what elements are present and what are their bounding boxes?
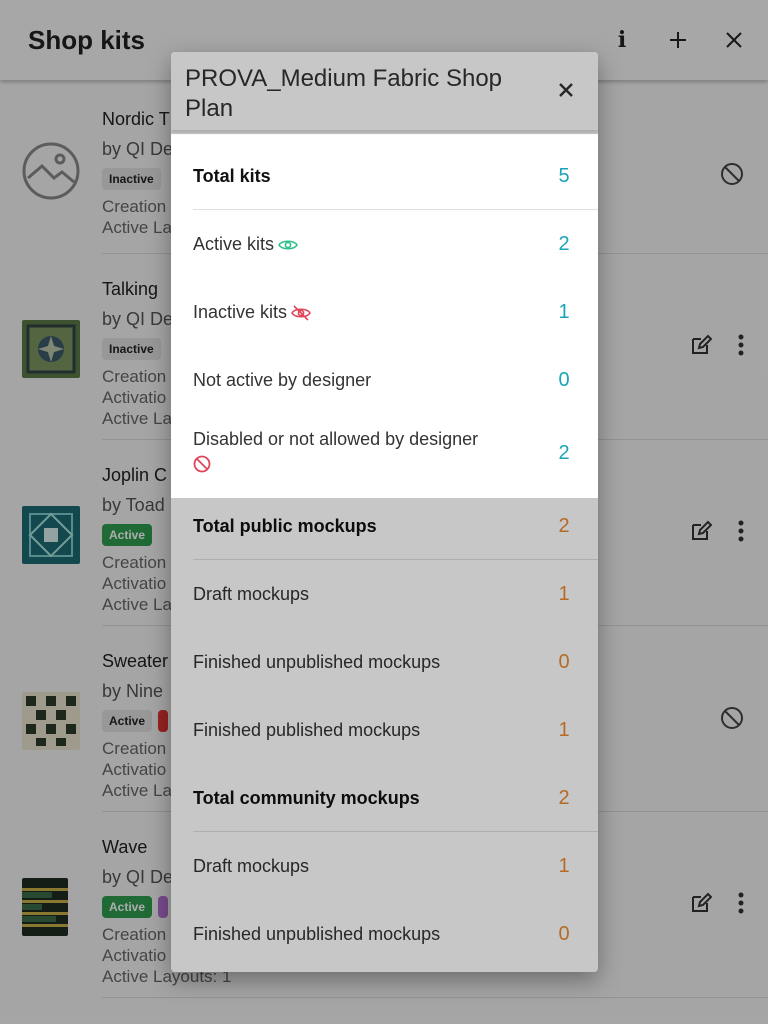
stat-label: Finished unpublished mockups xyxy=(193,652,441,672)
stat-total-community-mockups: Total community mockups 2 xyxy=(171,764,598,832)
dialog-title: PROVA_Medium Fabric Shop Plan xyxy=(185,65,503,122)
stat-label: Not active by designer xyxy=(193,370,372,390)
stat-value: 5 xyxy=(558,164,570,187)
stat-label: Draft mockups xyxy=(193,584,310,604)
stat-value: 0 xyxy=(558,922,570,945)
stat-active-kits: Active kits 2 xyxy=(171,210,598,278)
stat-label: Active kits xyxy=(193,234,275,254)
stat-label: Inactive kits xyxy=(193,302,288,322)
stat-draft-mockups: Draft mockups 1 xyxy=(171,560,598,628)
eye-off-icon xyxy=(291,305,311,321)
stat-label: Total public mockups xyxy=(193,516,377,536)
stat-label: Finished unpublished mockups xyxy=(193,924,441,944)
stat-label: Finished published mockups xyxy=(193,720,421,740)
close-icon xyxy=(559,83,573,97)
stat-label: Disabled or not allowed by designer xyxy=(193,429,479,449)
stats-dialog: PROVA_Medium Fabric Shop Plan Total kits… xyxy=(171,52,598,972)
stat-community-finished-unpublished-mockups: Finished unpublished mockups 0 xyxy=(171,900,598,968)
stat-value: 0 xyxy=(558,650,570,673)
stat-inactive-kits: Inactive kits 1 xyxy=(171,278,598,346)
stat-finished-published-mockups: Finished published mockups 1 xyxy=(171,696,598,764)
stat-value: 1 xyxy=(558,582,570,605)
stat-label: Total community mockups xyxy=(193,788,420,808)
stat-label: Total kits xyxy=(193,166,271,186)
eye-icon xyxy=(278,240,298,250)
stat-value: 2 xyxy=(558,232,570,255)
stat-not-active-by-designer: Not active by designer 0 xyxy=(171,346,598,414)
stat-community-draft-mockups: Draft mockups 1 xyxy=(171,832,598,900)
stat-value: 0 xyxy=(558,368,570,391)
stat-value: 1 xyxy=(558,300,570,323)
stat-value: 1 xyxy=(558,718,570,741)
stat-disabled-by-designer: Disabled or not allowed by designer 2 xyxy=(171,414,598,492)
dialog-close-button[interactable] xyxy=(552,76,580,104)
stat-finished-unpublished-mockups: Finished unpublished mockups 0 xyxy=(171,628,598,696)
stat-total-kits: Total kits 5 xyxy=(171,142,598,210)
stat-total-public-mockups: Total public mockups 2 xyxy=(171,492,598,560)
stat-value: 2 xyxy=(558,514,570,537)
stat-label: Draft mockups xyxy=(193,856,310,876)
stat-value: 2 xyxy=(558,786,570,809)
stat-value: 1 xyxy=(558,854,570,877)
block-icon xyxy=(193,455,211,473)
dialog-header: PROVA_Medium Fabric Shop Plan xyxy=(171,52,598,130)
stat-value: 2 xyxy=(558,441,570,464)
